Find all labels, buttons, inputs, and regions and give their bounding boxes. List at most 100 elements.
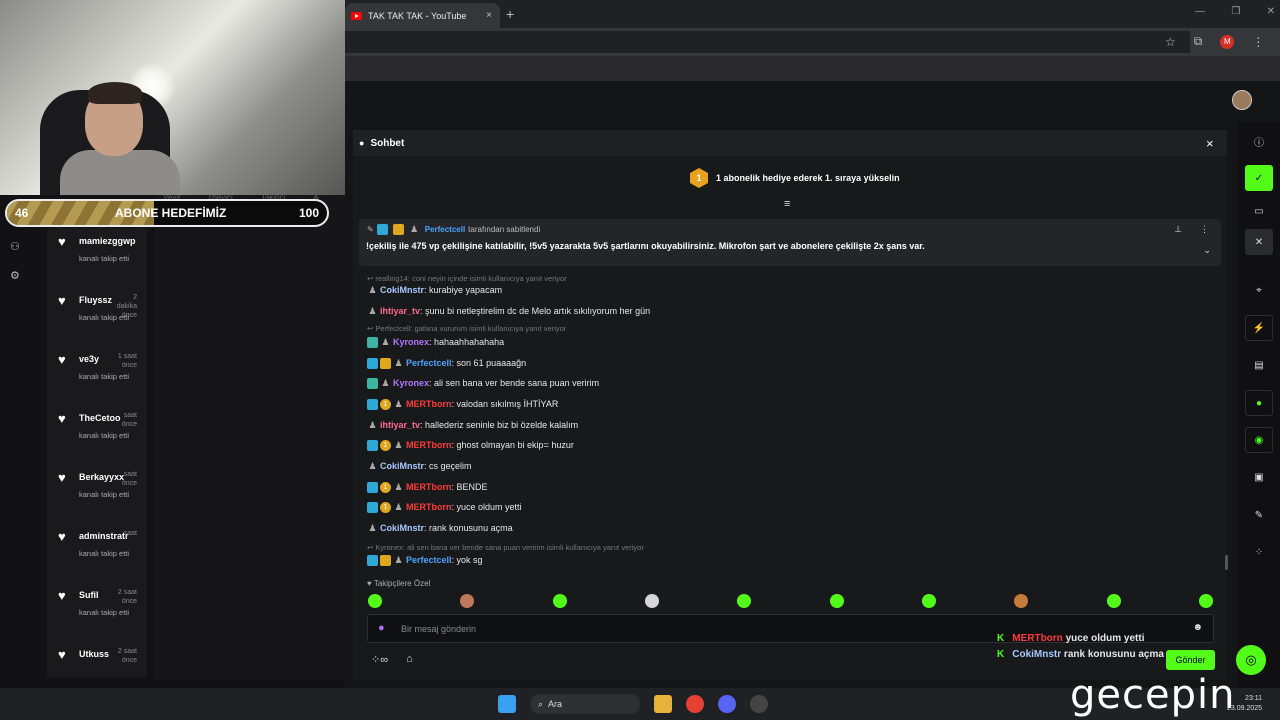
pinned-text: !çekiliş ile 475 vp çekilişine katılabil… — [366, 241, 925, 251]
profile-avatar[interactable]: M — [1220, 34, 1235, 49]
reply-context: ↩ Kyronex: ali sen bana ver bende sana p… — [367, 543, 644, 552]
badge-pin-icon — [367, 502, 378, 514]
collapse-icon[interactable]: ≡ — [784, 198, 790, 210]
clock-time: 23:11 — [1245, 695, 1263, 702]
emote-icon[interactable] — [1198, 594, 1213, 608]
users-icon[interactable]: ⚇ — [10, 240, 20, 253]
chat-username[interactable]: MERTborn — [406, 440, 452, 450]
points-icon[interactable]: ⁘∞ — [371, 653, 388, 666]
broadcast-icon[interactable]: ◉ — [1245, 427, 1273, 453]
emoji-icon[interactable]: ☻ — [1192, 622, 1203, 633]
emote-icon[interactable] — [829, 594, 844, 608]
wrench-icon[interactable]: ✎ — [1245, 502, 1273, 528]
chat-text: BENDE — [456, 482, 488, 492]
emote-icon[interactable] — [1106, 594, 1121, 608]
close-window-button[interactable]: ✕ — [1267, 6, 1275, 17]
badge-mic-icon: ♟ — [394, 399, 403, 410]
emote-icon[interactable] — [921, 594, 936, 608]
streamer-body — [60, 150, 180, 195]
menu-kebab-icon[interactable]: ⋮ — [1252, 35, 1264, 49]
check-icon[interactable]: ✓ — [1245, 165, 1273, 191]
chat-text: ali sen bana ver bende sana puan veririm — [434, 378, 600, 388]
send-button[interactable]: Gönder — [1166, 650, 1215, 670]
chat-username[interactable]: CokiMnstr — [380, 285, 424, 295]
emote-icon[interactable] — [1014, 594, 1029, 608]
close-icon[interactable]: ✕ — [1245, 229, 1273, 255]
windows-start-icon[interactable] — [498, 695, 516, 713]
chat-username[interactable]: ihtiyar_tv — [380, 306, 420, 316]
chat-close-button[interactable]: × — [1206, 136, 1214, 151]
layout-icon[interactable]: ▭ — [1245, 198, 1273, 224]
chat-username[interactable]: CokiMnstr — [380, 523, 424, 533]
pinned-user[interactable]: Perfectcell — [425, 225, 465, 234]
overlay-line: K CokiMnstr rank konusunu açma — [997, 649, 1164, 660]
unpin-icon[interactable]: ⊥ — [1174, 224, 1182, 235]
clock-date: 23.09.2025 — [1227, 705, 1263, 712]
badge-mic-icon: ♟ — [368, 523, 377, 534]
overlay-line: K MERTborn yuce oldum yetti — [997, 633, 1164, 644]
emote-icon[interactable] — [460, 594, 475, 608]
chat-username[interactable]: Perfectcell — [406, 358, 452, 368]
window-controls: — ❐ ✕ — [1195, 6, 1275, 17]
chat-message: 1 ♟ MERTborn: yuce oldum yetti — [367, 502, 522, 514]
user-avatar[interactable] — [1232, 90, 1252, 110]
badge-mic-icon: ♟ — [381, 378, 390, 389]
follower-item: ♥ Fluyssz 2 dakika önce kanalı takip etti — [47, 287, 147, 346]
gear-icon[interactable]: ⚙ — [10, 269, 20, 282]
support-icon[interactable]: ◎ — [1236, 645, 1266, 675]
follower-name[interactable]: ve3y — [79, 354, 99, 364]
chat-message: ♟ Kyronex: ali sen bana ver bende sana pu… — [367, 378, 600, 390]
minimize-button[interactable]: — — [1195, 6, 1205, 17]
obs-icon[interactable] — [750, 695, 768, 713]
file-explorer-icon[interactable] — [654, 695, 672, 713]
overlay-user: MERTborn — [1012, 633, 1063, 644]
chevron-down-icon[interactable]: ⌄ — [1203, 245, 1211, 256]
store-icon[interactable]: ⌂ — [406, 653, 413, 666]
discord-icon[interactable] — [718, 695, 736, 713]
chat-username[interactable]: MERTborn — [406, 482, 452, 492]
chat-scrollbar[interactable] — [1225, 555, 1228, 570]
lightning-icon[interactable]: ⚡ — [1245, 315, 1273, 341]
maximize-button[interactable]: ❐ — [1231, 6, 1240, 17]
more-icon[interactable]: ⋮ — [1200, 224, 1209, 235]
address-bar[interactable] — [345, 31, 1190, 53]
taskbar-search[interactable]: ⌕ Ara — [530, 694, 640, 714]
extensions-icon[interactable]: ⧉ — [1194, 34, 1203, 49]
browser-tab[interactable]: TAK TAK TAK - YouTube × — [345, 3, 500, 28]
info-icon[interactable]: ⓘ — [1245, 128, 1273, 154]
follower-name[interactable]: Sufil — [79, 590, 99, 600]
microphone-icon[interactable]: ● — [378, 622, 385, 634]
follow-time: saat — [123, 530, 137, 537]
follower-name[interactable]: Utkuss — [79, 649, 109, 659]
follower-name[interactable]: Fluyssz — [79, 295, 112, 305]
chat-text: cs geçelim — [429, 461, 472, 471]
chat-username[interactable]: Kyronex — [393, 378, 429, 388]
chat-message: ♟ CokiMnstr: rank konusunu açma — [368, 523, 513, 534]
focus-icon[interactable]: ⌖ — [1245, 277, 1273, 303]
tab-close-icon[interactable]: × — [486, 10, 492, 21]
follow-note: kanalı takip etti — [79, 431, 130, 440]
emote-icon[interactable] — [368, 594, 382, 608]
dashboard-icon[interactable]: ▣ — [1245, 464, 1273, 490]
chat-username[interactable]: CokiMnstr — [380, 461, 424, 471]
follower-name[interactable]: mamiezggwp — [79, 236, 136, 246]
emote-icon[interactable] — [552, 594, 567, 608]
chat-username[interactable]: MERTborn — [406, 399, 452, 409]
new-tab-button[interactable]: + — [506, 6, 514, 22]
notes-icon[interactable]: ▤ — [1245, 352, 1273, 378]
watermark-logo: gecepin — [1070, 672, 1236, 718]
chat-username[interactable]: Perfectcell — [406, 555, 452, 565]
chat-username[interactable]: MERTborn — [406, 502, 452, 512]
gift-leaderboard[interactable]: 1 1 abonelik hediye ederek 1. sıraya yük… — [690, 168, 900, 188]
stream-chat-overlay: K MERTborn yuce oldum yetti K CokiMnstr ra… — [997, 633, 1164, 665]
settings-icon[interactable]: ⁘ — [1245, 539, 1273, 565]
chat-icon[interactable]: ● — [1245, 390, 1273, 416]
chat-username[interactable]: ihtiyar_tv — [380, 420, 420, 430]
chrome-icon[interactable] — [686, 695, 704, 713]
chat-username[interactable]: Kyronex — [393, 337, 429, 347]
badge-crown-icon — [380, 358, 391, 370]
emote-icon[interactable] — [644, 594, 659, 608]
emote-icon[interactable] — [737, 594, 752, 608]
chat-input-placeholder: Bir mesaj gönderin — [401, 624, 477, 634]
bookmark-star-icon[interactable]: ☆ — [1165, 35, 1176, 49]
